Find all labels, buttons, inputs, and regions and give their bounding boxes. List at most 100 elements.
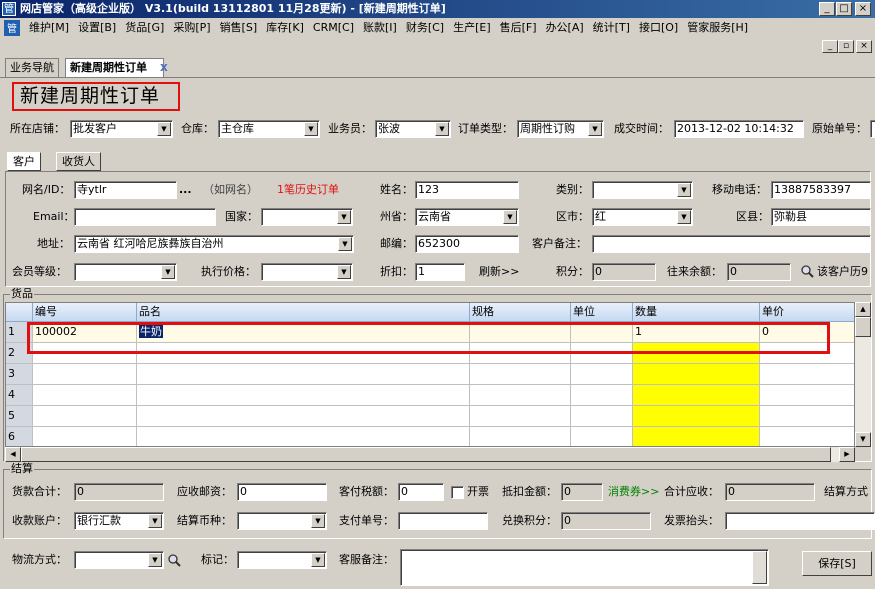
discount-field[interactable]: 1	[415, 263, 465, 281]
postage-field[interactable]: 0	[237, 483, 327, 501]
cs-remark-scrollbar[interactable]	[752, 551, 767, 584]
chevron-down-icon[interactable]: ▼	[503, 210, 517, 224]
menu-crm[interactable]: CRM[C]	[313, 18, 354, 38]
tab-close-icon[interactable]: x	[160, 60, 168, 74]
chevron-down-icon[interactable]: ▼	[311, 553, 325, 567]
chevron-down-icon[interactable]: ▼	[157, 122, 171, 136]
cell-qty[interactable]	[633, 427, 760, 446]
cell-spec[interactable]	[470, 364, 571, 385]
cell-spec[interactable]	[470, 385, 571, 406]
cell-code[interactable]	[33, 385, 137, 406]
chevron-down-icon[interactable]: ▼	[161, 265, 175, 279]
menu-office[interactable]: 办公[A]	[546, 18, 584, 38]
cell-name[interactable]	[137, 406, 470, 427]
menu-production[interactable]: 生产[E]	[453, 18, 491, 38]
netname-field[interactable]: 寺ytlr	[74, 181, 177, 199]
cell-price[interactable]	[760, 364, 854, 385]
cell-code[interactable]	[33, 364, 137, 385]
col-header-code[interactable]: 编号	[33, 303, 137, 322]
scroll-left-icon[interactable]: ◀	[5, 447, 21, 462]
cell-spec[interactable]	[470, 427, 571, 446]
cell-price[interactable]	[760, 406, 854, 427]
menu-stock[interactable]: 库存[K]	[266, 18, 304, 38]
col-header-spec[interactable]: 规格	[470, 303, 571, 322]
maximize-icon[interactable]: □	[836, 2, 852, 16]
zip-field[interactable]: 652300	[415, 235, 519, 253]
history-orders-link[interactable]: 1笔历史订单	[277, 181, 339, 199]
search-icon[interactable]	[167, 553, 181, 567]
refresh-link[interactable]: 刷新>>	[479, 263, 519, 281]
menu-stats[interactable]: 统计[T]	[593, 18, 630, 38]
customer-remark-field[interactable]	[592, 235, 871, 253]
col-header-price[interactable]: 单价	[760, 303, 854, 322]
chevron-down-icon[interactable]: ▼	[677, 210, 691, 224]
cell-name[interactable]	[137, 427, 470, 446]
province-select[interactable]: 云南省 ▼	[415, 208, 519, 226]
menu-aftersale[interactable]: 售后[F]	[500, 18, 537, 38]
chevron-down-icon[interactable]: ▼	[337, 265, 351, 279]
cell-code[interactable]	[33, 427, 137, 446]
cell-qty[interactable]	[633, 406, 760, 427]
mobile-field[interactable]: 13887583397	[771, 181, 871, 199]
scroll-down-icon[interactable]: ▼	[855, 432, 871, 447]
city-select[interactable]: 红 ▼	[592, 208, 693, 226]
cell-unit[interactable]	[571, 406, 633, 427]
col-header-unit[interactable]: 单位	[571, 303, 633, 322]
chevron-down-icon[interactable]: ▼	[148, 514, 162, 528]
cell-unit[interactable]	[571, 364, 633, 385]
chevron-down-icon[interactable]: ▼	[304, 122, 318, 136]
chevron-down-icon[interactable]: ▼	[588, 122, 602, 136]
chevron-down-icon[interactable]: ▼	[148, 553, 162, 567]
cell-price[interactable]	[760, 427, 854, 446]
payno-field[interactable]	[398, 512, 488, 530]
invoice-checkbox[interactable]	[451, 486, 464, 499]
cell-code[interactable]	[33, 406, 137, 427]
category-select[interactable]: ▼	[592, 181, 693, 199]
orig-no-field[interactable]	[870, 120, 875, 138]
search-icon[interactable]	[800, 264, 814, 278]
cell-name[interactable]	[137, 364, 470, 385]
vertical-scrollbar[interactable]: ▲ ▼	[855, 302, 871, 447]
chevron-down-icon[interactable]: ▼	[677, 183, 691, 197]
menu-finance[interactable]: 财务[C]	[406, 18, 444, 38]
chevron-down-icon[interactable]: ▼	[338, 237, 352, 251]
scroll-up-icon[interactable]: ▲	[855, 302, 871, 317]
deal-time-field[interactable]: 2013-12-02 10:14:32	[674, 120, 804, 138]
cs-remark-field[interactable]	[400, 549, 769, 586]
currency-select[interactable]: ▼	[237, 512, 327, 530]
col-header-qty[interactable]: 数量	[633, 303, 760, 322]
email-field[interactable]	[74, 208, 216, 226]
cell-name[interactable]	[137, 385, 470, 406]
member-level-select[interactable]: ▼	[74, 263, 177, 281]
cell-qty[interactable]	[633, 364, 760, 385]
menu-interface[interactable]: 接口[O]	[639, 18, 678, 38]
hscroll-thumb[interactable]	[21, 447, 831, 462]
cell-unit[interactable]	[571, 427, 633, 446]
logistics-select[interactable]: ▼	[74, 551, 164, 569]
chevron-down-icon[interactable]: ▼	[337, 210, 351, 224]
menu-purchase[interactable]: 采购[P]	[173, 18, 210, 38]
menu-app-icon[interactable]: 管	[4, 20, 20, 36]
exec-price-select[interactable]: ▼	[261, 263, 353, 281]
account-select[interactable]: 银行汇款 ▼	[74, 512, 164, 530]
netname-lookup-button[interactable]: ...	[179, 181, 192, 199]
col-header-name[interactable]: 品名	[137, 303, 470, 322]
coupon-link[interactable]: 消费券>>	[608, 483, 659, 501]
menu-goods[interactable]: 货品[G]	[125, 18, 164, 38]
horizontal-scrollbar[interactable]: ◀ ▶	[5, 447, 855, 462]
tab-business-nav[interactable]: 业务导航	[5, 58, 59, 77]
district-field[interactable]: 弥勒县	[771, 208, 871, 226]
close-icon[interactable]: ×	[855, 2, 871, 16]
name-field[interactable]: 123	[415, 181, 519, 199]
cell-qty[interactable]	[633, 385, 760, 406]
cell-spec[interactable]	[470, 406, 571, 427]
chevron-down-icon[interactable]: ▼	[435, 122, 449, 136]
salesman-select[interactable]: 张波 ▼	[375, 120, 451, 138]
scroll-thumb[interactable]	[855, 317, 871, 337]
chevron-down-icon[interactable]: ▼	[311, 514, 325, 528]
mdi-restore-icon[interactable]: ▫	[838, 40, 854, 53]
menu-service[interactable]: 管家服务[H]	[687, 18, 748, 38]
menu-sales[interactable]: 销售[S]	[220, 18, 258, 38]
address-select[interactable]: 云南省 红河哈尼族彝族自治州 ▼	[74, 235, 354, 253]
cell-price[interactable]	[760, 385, 854, 406]
